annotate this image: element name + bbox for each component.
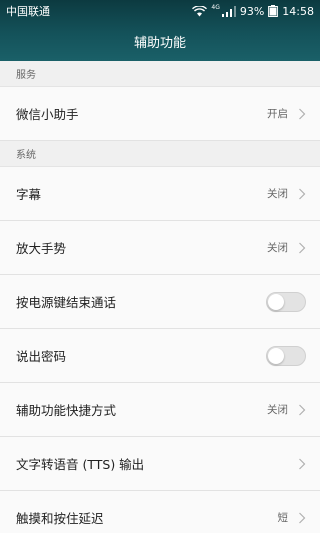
setting-accessibility-shortcut[interactable]: 辅助功能快捷方式 关闭 <box>0 383 320 437</box>
setting-label: 按电源键结束通话 <box>16 295 117 310</box>
setting-label: 字幕 <box>16 187 42 202</box>
clock: 14:58 <box>282 4 314 18</box>
chevron-right-icon <box>299 108 306 119</box>
battery-icon <box>268 5 279 17</box>
setting-touch-hold-delay[interactable]: 触摸和按住延迟 短 <box>0 491 320 533</box>
battery-percent: 93% <box>239 4 265 18</box>
setting-label: 触摸和按住延迟 <box>16 511 104 526</box>
chevron-right-icon <box>299 512 306 523</box>
setting-speak-passwords: 说出密码 <box>0 329 320 383</box>
page-title: 辅助功能 <box>133 36 186 51</box>
settings-list: 服务 微信小助手 开启 系统 字幕 关闭 放大手势 关闭 按电源键结束通话 说出… <box>0 61 320 533</box>
power-button-ends-call-toggle[interactable] <box>266 291 306 312</box>
status-icons: 4G 93% 14:58 <box>192 3 314 18</box>
section-header-services: 服务 <box>0 61 320 87</box>
setting-wechat-assistant[interactable]: 微信小助手 开启 <box>0 87 320 141</box>
setting-label: 说出密码 <box>16 349 67 364</box>
wifi-icon <box>192 5 208 16</box>
network-type: 4G <box>211 3 220 11</box>
setting-label: 放大手势 <box>16 241 67 256</box>
signal-icon <box>221 5 236 17</box>
setting-value: 关闭 <box>267 188 288 200</box>
setting-value: 关闭 <box>267 242 288 254</box>
setting-tts-output[interactable]: 文字转语音 (TTS) 输出 <box>0 437 320 491</box>
carrier-name: 中国联通 <box>6 5 50 18</box>
status-bar: 中国联通 4G 93% 14:58 <box>0 0 320 22</box>
setting-magnification-gestures[interactable]: 放大手势 关闭 <box>0 221 320 275</box>
setting-value: 关闭 <box>267 404 288 416</box>
app-header: 中国联通 4G 93% 14:58 辅助功能 <box>0 0 320 61</box>
setting-captions[interactable]: 字幕 关闭 <box>0 167 320 221</box>
setting-value: 开启 <box>267 108 288 120</box>
section-header-system: 系统 <box>0 141 320 167</box>
setting-label: 辅助功能快捷方式 <box>16 403 117 418</box>
toggle-knob <box>268 347 284 364</box>
speak-passwords-toggle[interactable] <box>266 345 306 366</box>
chevron-right-icon <box>299 188 306 199</box>
setting-value: 短 <box>277 512 289 524</box>
setting-label: 文字转语音 (TTS) 输出 <box>16 457 145 472</box>
chevron-right-icon <box>299 242 306 253</box>
setting-power-button-ends-call: 按电源键结束通话 <box>0 275 320 329</box>
chevron-right-icon <box>299 458 306 469</box>
chevron-right-icon <box>299 404 306 415</box>
toggle-knob <box>268 293 284 310</box>
setting-label: 微信小助手 <box>16 107 79 122</box>
